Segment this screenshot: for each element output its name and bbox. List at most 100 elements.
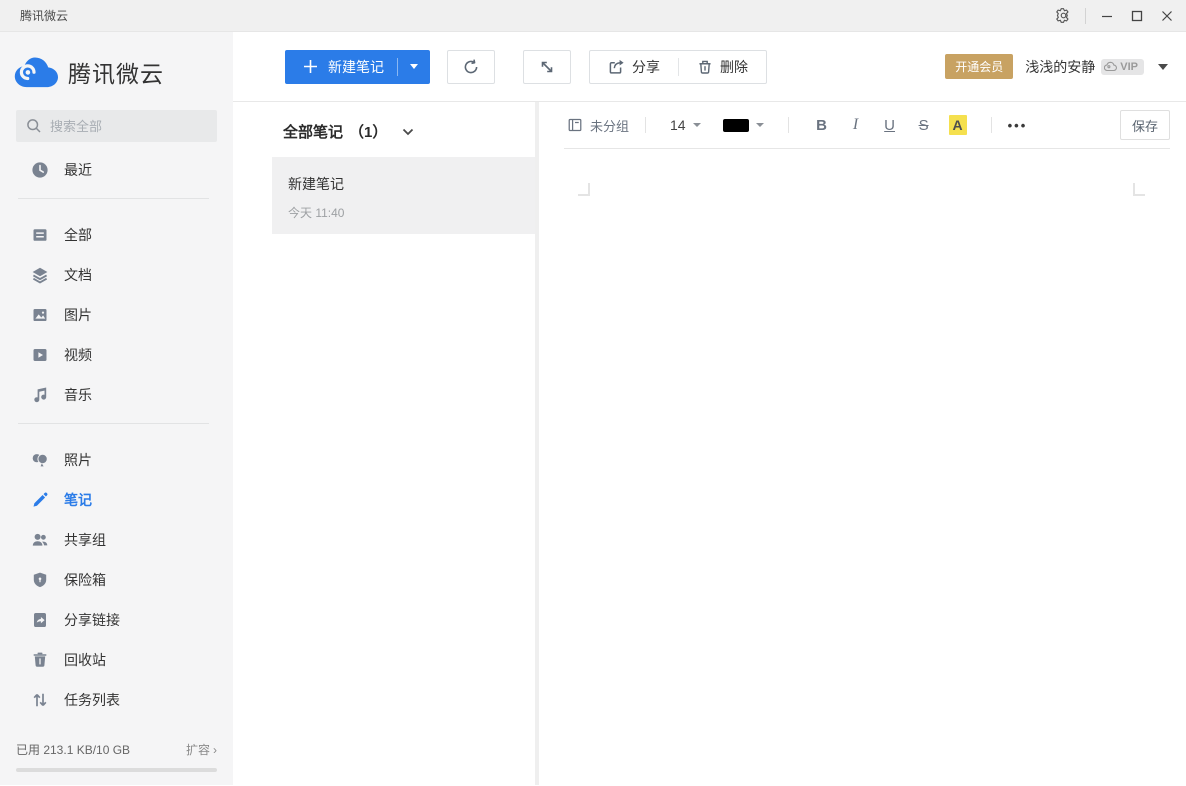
- font-size-selector[interactable]: 14: [670, 117, 701, 133]
- trash-icon: [697, 59, 713, 75]
- share-delete-group: 分享 删除: [589, 50, 767, 84]
- sidebar-item-all[interactable]: 全部: [0, 215, 233, 255]
- save-button[interactable]: 保存: [1120, 110, 1170, 140]
- vip-cloud-icon: [1104, 61, 1118, 72]
- refresh-icon: [462, 58, 480, 76]
- close-button[interactable]: [1152, 0, 1182, 31]
- app-logo: 腾讯微云: [0, 32, 233, 96]
- editor-corner-mark-right: [1133, 183, 1145, 196]
- sidebar-item-music[interactable]: 音乐: [0, 375, 233, 415]
- sidebar-item-shared-groups[interactable]: 共享组: [0, 520, 233, 560]
- new-note-dropdown[interactable]: [398, 50, 430, 84]
- sidebar-item-label: 共享组: [64, 530, 106, 550]
- sidebar-item-recycle-bin[interactable]: 回收站: [0, 640, 233, 680]
- sidebar-item-documents[interactable]: 文档: [0, 255, 233, 295]
- note-group-label: 未分组: [590, 116, 629, 135]
- bold-button[interactable]: B: [810, 117, 834, 134]
- balloons-icon: [31, 451, 49, 469]
- sidebar-item-label: 保险箱: [64, 570, 106, 590]
- nav-divider: [18, 423, 209, 424]
- caret-down-icon: [410, 64, 418, 69]
- main-toolbar: 新建笔记: [233, 32, 1186, 102]
- minimize-button[interactable]: [1092, 0, 1122, 31]
- titlebar-separator: [1085, 8, 1086, 24]
- sidebar-item-label: 任务列表: [64, 690, 120, 710]
- account-dropdown[interactable]: [1158, 64, 1168, 70]
- toolbar-divider: [991, 117, 992, 133]
- italic-button[interactable]: I: [844, 116, 868, 134]
- delete-label: 删除: [720, 57, 748, 77]
- clock-icon: [31, 161, 49, 179]
- upgrade-member-badge[interactable]: 开通会员: [945, 54, 1013, 79]
- sidebar-item-notes[interactable]: 笔记: [0, 480, 233, 520]
- notes-list-panel: 全部笔记 （1） 新建笔记 今天 11:40: [233, 102, 535, 785]
- music-note-icon: [31, 386, 49, 404]
- more-options-button[interactable]: •••: [1008, 118, 1028, 133]
- sidebar-item-label: 视频: [64, 345, 92, 365]
- search-box[interactable]: [16, 110, 217, 142]
- nav-divider: [18, 198, 209, 199]
- sidebar-item-safe[interactable]: 保险箱: [0, 560, 233, 600]
- vip-badge: VIP: [1101, 59, 1144, 75]
- all-files-icon: [31, 226, 49, 244]
- settings-gear-icon[interactable]: [1047, 0, 1079, 31]
- expand-storage-link[interactable]: 扩容 ›: [186, 741, 217, 758]
- sidebar-item-recent[interactable]: 最近: [0, 150, 233, 190]
- sidebar-item-label: 笔记: [64, 490, 92, 510]
- sidebar-item-label: 全部: [64, 225, 92, 245]
- sidebar-item-label: 回收站: [64, 650, 106, 670]
- sidebar-item-label: 分享链接: [64, 610, 120, 630]
- maximize-button[interactable]: [1122, 0, 1152, 31]
- sidebar-item-videos[interactable]: 视频: [0, 335, 233, 375]
- highlight-button[interactable]: A: [946, 117, 970, 134]
- vip-label: VIP: [1120, 61, 1138, 73]
- layers-icon: [31, 266, 49, 284]
- search-input[interactable]: [50, 119, 200, 134]
- note-title: 新建笔记: [288, 174, 519, 194]
- delete-button[interactable]: 删除: [679, 51, 766, 83]
- expand-diagonal-icon: [539, 59, 555, 75]
- cloud-logo-icon: [14, 56, 60, 89]
- search-icon: [26, 118, 42, 134]
- note-editor-area[interactable]: [539, 149, 1186, 785]
- sidebar-item-images[interactable]: 图片: [0, 295, 233, 335]
- notebook-group-icon: [567, 117, 583, 133]
- toolbar-divider: [645, 117, 646, 133]
- caret-down-icon: [1158, 64, 1168, 70]
- font-size-value: 14: [670, 117, 686, 133]
- sidebar-item-task-list[interactable]: 任务列表: [0, 680, 233, 720]
- notes-count: （1）: [349, 121, 387, 142]
- chevron-right-icon: ›: [213, 743, 217, 757]
- strikethrough-button[interactable]: S: [912, 117, 936, 134]
- window-title: 腾讯微云: [20, 7, 68, 24]
- sidebar-item-label: 文档: [64, 265, 92, 285]
- toolbar-divider: [788, 117, 789, 133]
- sidebar-nav: 最近 全部 文档 图片: [0, 150, 233, 720]
- new-note-button-main[interactable]: 新建笔记: [285, 50, 397, 84]
- refresh-button[interactable]: [447, 50, 495, 84]
- account-area: 开通会员 浅浅的安静 VIP: [945, 54, 1178, 79]
- editor-corner-mark-left: [578, 183, 590, 196]
- sidebar-item-photos[interactable]: 照片: [0, 440, 233, 480]
- titlebar: 腾讯微云: [0, 0, 1186, 32]
- new-note-label: 新建笔记: [328, 57, 384, 77]
- sidebar-item-share-links[interactable]: 分享链接: [0, 600, 233, 640]
- font-color-swatch: [723, 119, 749, 132]
- note-editor-panel: 未分组 14 B I U S A: [539, 102, 1186, 785]
- storage-usage-text: 已用 213.1 KB/10 GB: [16, 741, 130, 758]
- note-group-selector[interactable]: 未分组: [564, 116, 629, 135]
- sidebar-item-label: 音乐: [64, 385, 92, 405]
- share-button[interactable]: 分享: [590, 51, 678, 83]
- new-note-button: 新建笔记: [285, 50, 430, 84]
- image-icon: [31, 306, 49, 324]
- expand-button[interactable]: [523, 50, 571, 84]
- note-list-item[interactable]: 新建笔记 今天 11:40: [272, 157, 535, 234]
- logo-text: 腾讯微云: [68, 55, 164, 89]
- editor-toolbar: 未分组 14 B I U S A: [564, 102, 1170, 149]
- sidebar-item-label: 图片: [64, 305, 92, 325]
- underline-button[interactable]: U: [878, 117, 902, 134]
- font-color-selector[interactable]: [723, 119, 764, 132]
- caret-down-icon: [756, 123, 764, 127]
- notes-list-header[interactable]: 全部笔记 （1）: [233, 102, 535, 157]
- sidebar-item-label: 最近: [64, 160, 92, 180]
